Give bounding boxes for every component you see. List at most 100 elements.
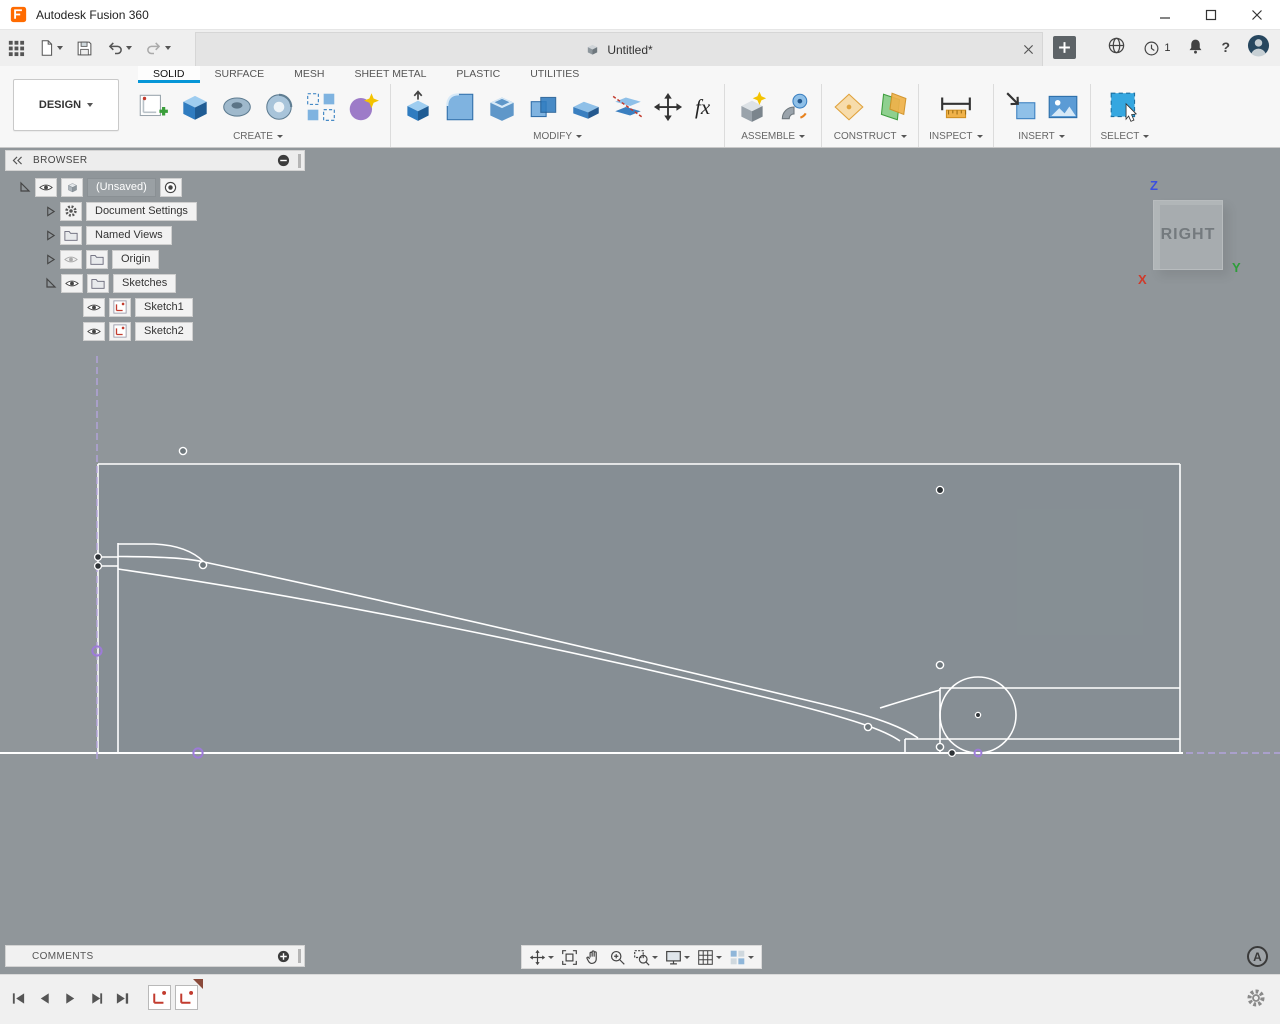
nav-fit-button[interactable] — [559, 946, 580, 968]
move-copy-button[interactable] — [653, 92, 683, 122]
timeline-settings-button[interactable] — [1246, 988, 1266, 1013]
combine-button[interactable] — [527, 90, 561, 124]
create-box-button[interactable] — [178, 90, 212, 124]
visibility-toggle-off[interactable] — [60, 250, 82, 269]
save-button[interactable] — [76, 40, 93, 57]
group-label-inspect[interactable]: INSPECT — [929, 131, 982, 142]
file-menu-button[interactable] — [38, 39, 63, 57]
visibility-toggle[interactable] — [35, 178, 57, 197]
document-root-label[interactable]: (Unsaved) — [87, 178, 156, 197]
workspace-switcher[interactable]: DESIGN — [13, 79, 119, 131]
collapse-panel-icon[interactable] — [12, 156, 23, 165]
select-button[interactable] — [1108, 90, 1142, 124]
group-label-assemble[interactable]: ASSEMBLE — [741, 131, 805, 142]
view-cube-face[interactable]: RIGHT — [1153, 200, 1223, 270]
insert-canvas-button[interactable] — [1046, 90, 1080, 124]
tree-item-label[interactable]: Sketches — [113, 274, 176, 293]
nav-zoom-button[interactable] — [607, 946, 628, 968]
tree-item-named-views[interactable]: Named Views — [45, 223, 305, 247]
nav-zoom-window-button[interactable] — [631, 946, 660, 968]
tree-item-sketches[interactable]: Sketches — [45, 271, 305, 295]
tree-item-label[interactable]: Document Settings — [86, 202, 197, 221]
create-pattern-button[interactable] — [304, 90, 338, 124]
group-label-select[interactable]: SELECT — [1101, 131, 1150, 142]
change-parameters-button[interactable]: fx — [691, 95, 714, 120]
tree-item-origin[interactable]: Origin — [45, 247, 305, 271]
nav-display-settings-button[interactable] — [663, 946, 692, 968]
new-component-button[interactable] — [735, 90, 769, 124]
extensions-globe-button[interactable] — [1107, 36, 1126, 60]
tab-mesh[interactable]: MESH — [279, 66, 339, 83]
tree-item-sketch1[interactable]: Sketch1 — [83, 295, 305, 319]
offset-face-button[interactable] — [569, 90, 603, 124]
expand-open-icon[interactable] — [19, 181, 31, 193]
tab-sheet-metal[interactable]: SHEET METAL — [339, 66, 441, 83]
visibility-toggle[interactable] — [83, 298, 105, 317]
undo-button[interactable] — [106, 40, 132, 57]
tree-item-sketch2[interactable]: Sketch2 — [83, 319, 305, 343]
tab-plastic[interactable]: PLASTIC — [441, 66, 515, 83]
group-label-insert[interactable]: INSERT — [1018, 131, 1065, 142]
comments-scrollbar[interactable] — [298, 949, 301, 963]
timeline-step-forward-button[interactable] — [88, 990, 105, 1007]
panel-minimize-icon[interactable] — [277, 154, 290, 167]
help-button[interactable]: ? — [1221, 39, 1230, 57]
shell-button[interactable] — [485, 90, 519, 124]
tree-item-label[interactable]: Sketch1 — [135, 298, 193, 317]
timeline-go-to-end-button[interactable] — [114, 990, 131, 1007]
expand-closed-icon[interactable] — [45, 230, 56, 241]
nav-grid-settings-button[interactable] — [695, 946, 724, 968]
redo-button[interactable] — [145, 40, 171, 57]
maximize-button[interactable] — [1188, 0, 1234, 30]
tree-item-label[interactable]: Origin — [112, 250, 159, 269]
construction-axis-button[interactable] — [874, 90, 908, 124]
timeline-feature-sketch1[interactable] — [148, 985, 171, 1010]
app-grid-button[interactable] — [8, 40, 25, 57]
new-tab-button[interactable] — [1053, 36, 1076, 59]
split-body-button[interactable] — [611, 90, 645, 124]
add-comment-icon[interactable] — [277, 950, 290, 963]
nav-pan-button[interactable] — [583, 946, 604, 968]
construction-plane-button[interactable] — [832, 90, 866, 124]
expand-open-icon[interactable] — [45, 277, 57, 289]
browser-header[interactable]: BROWSER — [5, 150, 305, 171]
close-button[interactable] — [1234, 0, 1280, 30]
create-coil-button[interactable] — [262, 90, 296, 124]
browser-scrollbar[interactable] — [298, 154, 301, 168]
timeline-play-button[interactable] — [62, 990, 79, 1007]
timeline-feature-sketch2[interactable] — [175, 985, 198, 1010]
measure-button[interactable] — [939, 90, 973, 124]
document-tab[interactable]: Untitled* — [195, 32, 1043, 66]
press-pull-button[interactable] — [401, 90, 435, 124]
nav-orbit-button[interactable] — [527, 946, 556, 968]
view-cube[interactable]: RIGHT Z X Y — [1138, 178, 1248, 290]
fillet-button[interactable] — [443, 90, 477, 124]
expand-closed-icon[interactable] — [45, 206, 56, 217]
minimize-button[interactable] — [1142, 0, 1188, 30]
tab-utilities[interactable]: UTILITIES — [515, 66, 594, 83]
account-avatar[interactable] — [1247, 34, 1270, 62]
timeline-step-back-button[interactable] — [36, 990, 53, 1007]
group-label-construct[interactable]: CONSTRUCT — [834, 131, 907, 142]
joint-button[interactable] — [777, 90, 811, 124]
tab-solid[interactable]: SOLID — [138, 66, 200, 83]
group-label-create[interactable]: CREATE — [233, 131, 283, 142]
visibility-toggle[interactable] — [61, 274, 83, 293]
timeline-go-to-start-button[interactable] — [10, 990, 27, 1007]
timeline-marker-icon[interactable] — [193, 979, 203, 989]
create-form-button[interactable] — [346, 90, 380, 124]
insert-mesh-button[interactable] — [1004, 90, 1038, 124]
visibility-toggle[interactable] — [83, 322, 105, 341]
tab-close-button[interactable] — [1023, 42, 1034, 60]
comments-panel[interactable]: COMMENTS — [5, 945, 305, 967]
create-torus-button[interactable] — [220, 90, 254, 124]
notifications-button[interactable] — [1187, 37, 1204, 60]
expand-closed-icon[interactable] — [45, 254, 56, 265]
tree-item-label[interactable]: Named Views — [86, 226, 172, 245]
activate-component-radio[interactable] — [160, 178, 182, 197]
tab-surface[interactable]: SURFACE — [200, 66, 280, 83]
group-label-modify[interactable]: MODIFY — [533, 131, 582, 142]
create-sketch-button[interactable] — [136, 90, 170, 124]
tree-item-document-settings[interactable]: Document Settings — [45, 199, 305, 223]
tree-item-label[interactable]: Sketch2 — [135, 322, 193, 341]
